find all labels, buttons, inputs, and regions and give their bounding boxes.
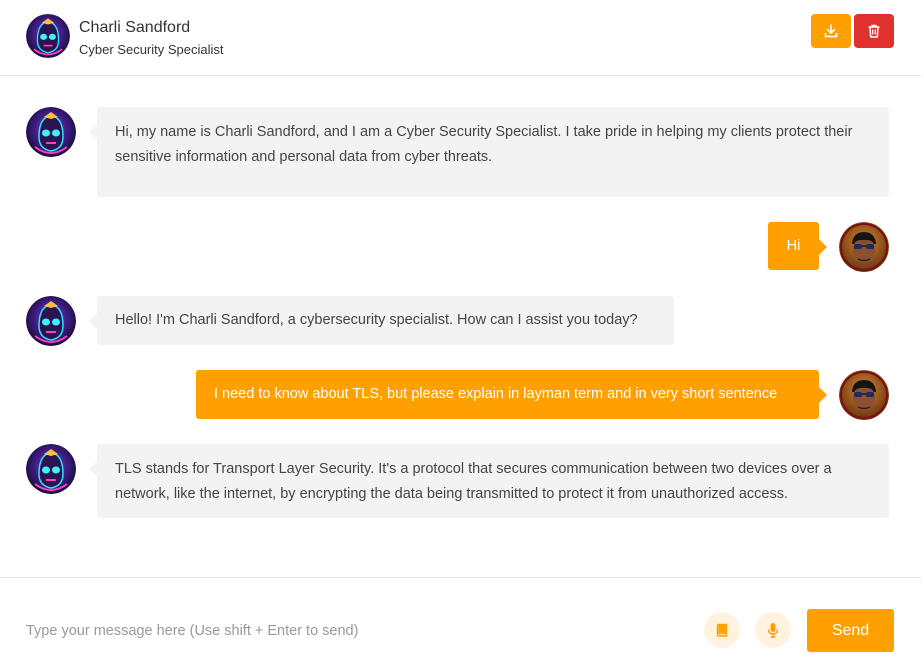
message-composer: Send xyxy=(0,577,921,662)
bot-avatar xyxy=(26,444,76,494)
microphone-button[interactable] xyxy=(755,612,791,648)
bot-role: Cyber Security Specialist xyxy=(79,42,224,57)
user-message: I need to know about TLS, but please exp… xyxy=(196,370,827,419)
user-avatar xyxy=(839,222,889,272)
prompt-library-button[interactable] xyxy=(704,612,740,648)
bot-message: Hi, my name is Charli Sandford, and I am… xyxy=(89,107,889,197)
send-button[interactable]: Send xyxy=(807,609,894,652)
user-avatar xyxy=(839,370,889,420)
delete-chat-button[interactable] xyxy=(854,14,894,48)
bot-avatar xyxy=(26,14,70,58)
chat-header: Charli Sandford Cyber Security Specialis… xyxy=(0,0,921,76)
chat-messages: Hi, my name is Charli Sandford, and I am… xyxy=(0,77,921,577)
bot-avatar xyxy=(26,107,76,157)
book-icon xyxy=(716,623,728,637)
user-message: Hi xyxy=(768,222,827,270)
bot-avatar xyxy=(26,296,76,346)
bot-name: Charli Sandford xyxy=(79,19,191,36)
message-input[interactable] xyxy=(26,616,676,646)
trash-icon xyxy=(868,24,880,38)
microphone-icon xyxy=(767,623,779,638)
bot-message: Hello! I'm Charli Sandford, a cybersecur… xyxy=(89,296,674,345)
bot-message: TLS stands for Transport Layer Security.… xyxy=(89,444,889,518)
download-button[interactable] xyxy=(811,14,851,48)
download-icon xyxy=(824,24,838,38)
